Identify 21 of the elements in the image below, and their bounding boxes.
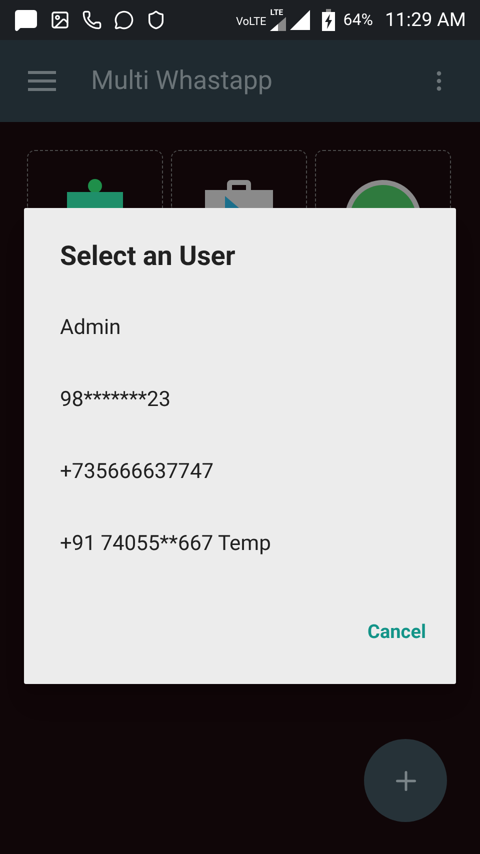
message-icon (114, 10, 134, 30)
dialog-title: Select an User (60, 239, 236, 274)
app-tile[interactable] (171, 150, 307, 208)
signal-icon (270, 17, 286, 31)
clock: 11:29 AM (384, 6, 466, 33)
app-title: Multi Whastapp (91, 64, 274, 98)
puzzle-icon (65, 178, 125, 208)
network-label: LTE (270, 9, 284, 17)
user-option[interactable]: +91 74055**667 Temp (60, 508, 420, 580)
image-icon (50, 10, 70, 30)
app-tile[interactable] (27, 150, 163, 208)
user-option[interactable]: 98*******23 (60, 364, 420, 436)
battery-icon (322, 9, 336, 31)
shield-icon (146, 10, 166, 30)
volte-label: VoLTE (236, 14, 266, 30)
user-option[interactable]: +735666637747 (60, 436, 420, 508)
signal-icon (290, 10, 310, 30)
user-option[interactable]: Admin (60, 292, 420, 364)
menu-icon[interactable] (28, 71, 56, 91)
battery-percent: 64% (343, 9, 373, 31)
phone-icon (82, 10, 102, 30)
